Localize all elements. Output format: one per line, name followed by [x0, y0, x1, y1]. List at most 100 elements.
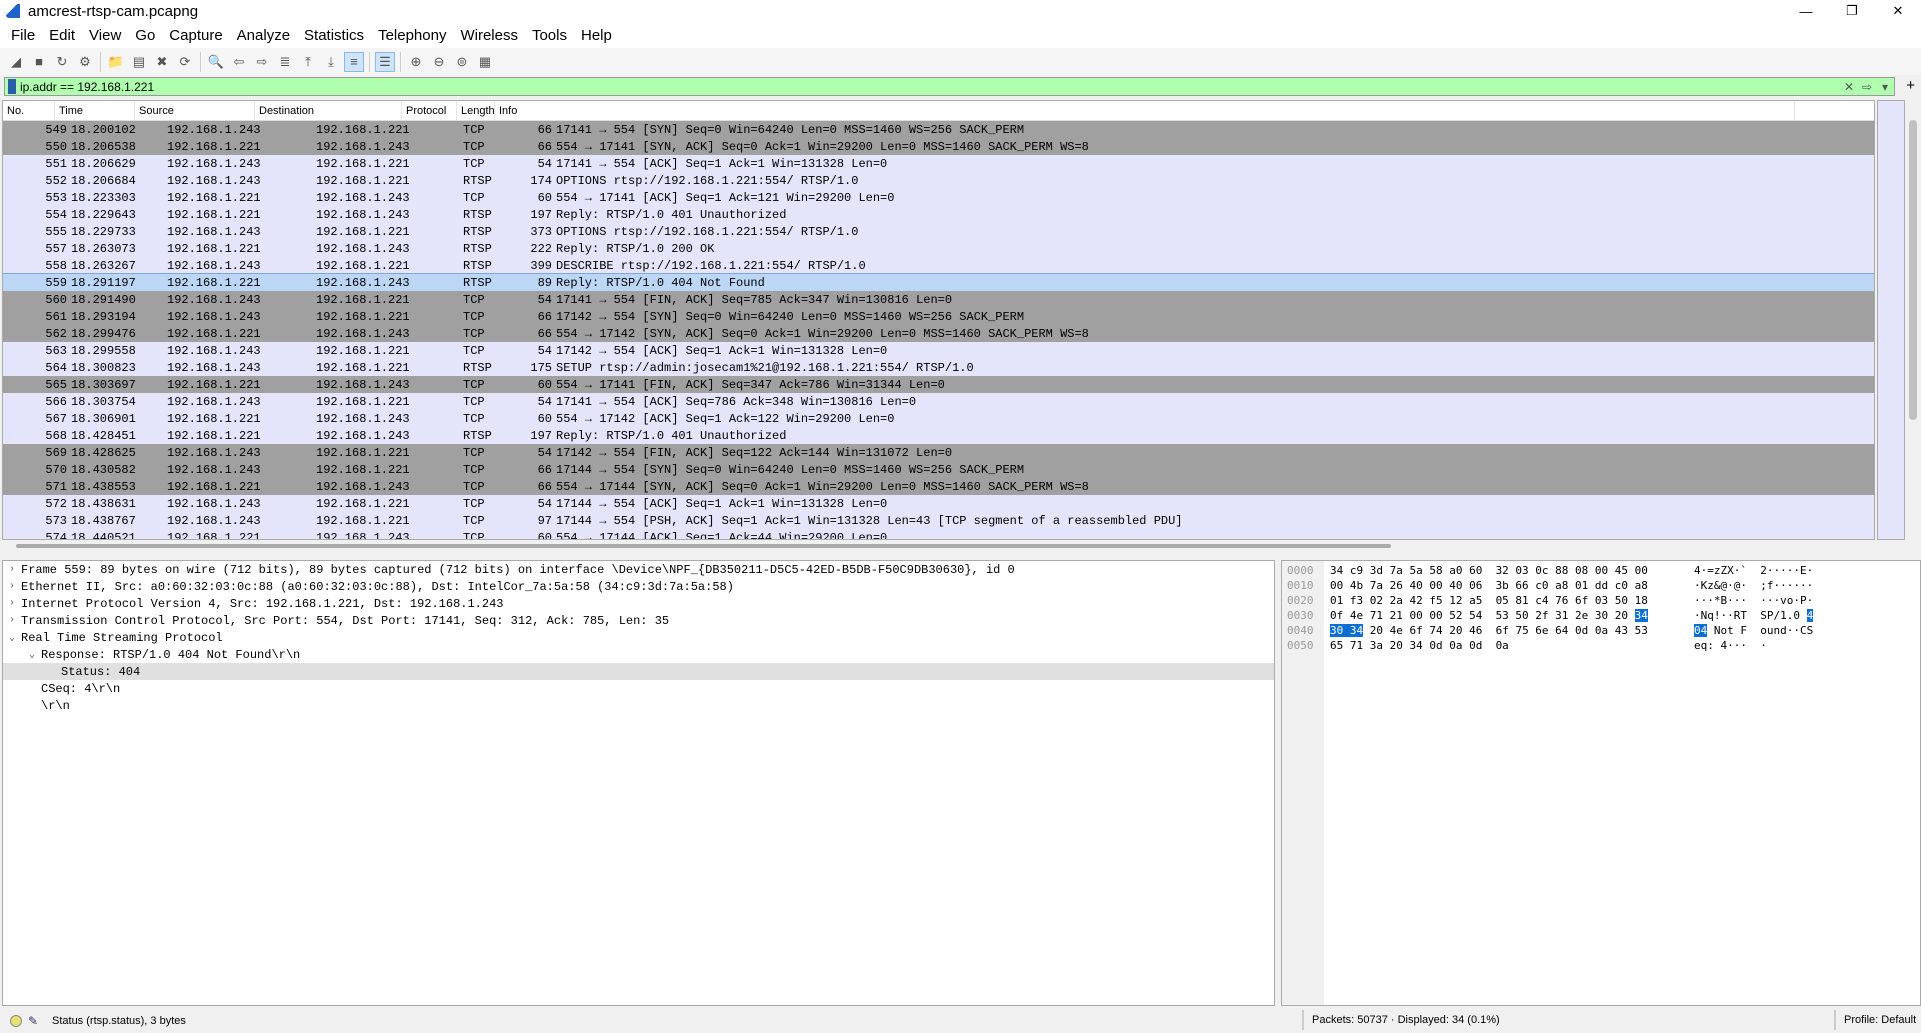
column-header-info[interactable]: Info — [495, 101, 1795, 120]
detail-tree-item[interactable]: ⌄ Response: RTSP/1.0 404 Not Found\r\n — [3, 646, 1274, 663]
menu-view[interactable]: View — [82, 27, 128, 44]
apply-filter-button[interactable]: ⇨ — [1858, 80, 1876, 94]
edit-comment-icon[interactable]: ✎ — [28, 1014, 42, 1028]
save-file-button[interactable]: ▤ — [129, 52, 149, 72]
packet-row[interactable]: 558 18.263267 192.168.1.243 192.168.1.221 RT… — [3, 257, 1874, 274]
zoom-normal-button[interactable]: ⊜ — [452, 52, 472, 72]
expand-arrow-icon[interactable]: › — [3, 598, 21, 609]
reload-button[interactable]: ⟳ — [175, 52, 195, 72]
first-packet-button[interactable]: ⤒ — [298, 52, 318, 72]
stop-button[interactable]: ■ — [29, 52, 49, 72]
detail-tree-item[interactable]: › Internet Protocol Version 4, Src: 192.1… — [3, 595, 1274, 612]
bookmark-icon[interactable] — [8, 79, 16, 94]
go-forward-button[interactable]: ⇨ — [252, 52, 272, 72]
packet-row[interactable]: 574 18.440521 192.168.1.221 192.168.1.243 TC… — [3, 529, 1874, 539]
ascii-selected[interactable]: 04 — [1694, 624, 1708, 637]
hex-row[interactable]: 0010 00 4b 7a 26 40 00 40 06 3b 66 c0 a8 … — [1282, 578, 1920, 593]
packet-row[interactable]: 554 18.229643 192.168.1.221 192.168.1.243 RT… — [3, 206, 1874, 223]
capture-options-button[interactable]: ⚙ — [75, 52, 95, 72]
packet-row[interactable]: 560 18.291490 192.168.1.243 192.168.1.221 TC… — [3, 291, 1874, 308]
scroll-thumb[interactable] — [16, 544, 1391, 548]
detail-tree-item[interactable]: › Ethernet II, Src: a0:60:32:03:0c:88 (a0… — [3, 578, 1274, 595]
packet-row[interactable]: 565 18.303697 192.168.1.221 192.168.1.243 TC… — [3, 376, 1874, 393]
column-header-length[interactable]: Length — [457, 101, 495, 120]
detail-tree-item[interactable]: \r\n — [3, 697, 1274, 714]
colorize-button[interactable]: ☰ — [375, 51, 395, 72]
menu-file[interactable]: File — [4, 27, 42, 44]
packet-row[interactable]: 563 18.299558 192.168.1.243 192.168.1.221 TC… — [3, 342, 1874, 359]
menu-telephony[interactable]: Telephony — [371, 27, 453, 44]
resize-columns-button[interactable]: ▦ — [475, 52, 495, 72]
expand-arrow-icon[interactable]: › — [3, 564, 21, 575]
menu-help[interactable]: Help — [574, 27, 619, 44]
detail-tree-item[interactable]: ⌄ Real Time Streaming Protocol — [3, 629, 1274, 646]
close-file-button[interactable]: ✖ — [152, 52, 172, 72]
column-header-time[interactable]: Time — [55, 101, 135, 120]
menu-analyze[interactable]: Analyze — [230, 27, 297, 44]
expert-info-icon[interactable] — [10, 1014, 22, 1027]
detail-tree-item[interactable]: Status: 404 — [3, 663, 1274, 680]
packet-row[interactable]: 551 18.206629 192.168.1.243 192.168.1.221 TC… — [3, 155, 1874, 172]
column-header-no[interactable]: No. — [3, 101, 55, 120]
last-packet-button[interactable]: ⤓ — [321, 52, 341, 72]
clear-filter-button[interactable]: ✕ — [1840, 80, 1858, 94]
packet-row[interactable]: 561 18.293194 192.168.1.243 192.168.1.221 TC… — [3, 308, 1874, 325]
packet-row[interactable]: 572 18.438631 192.168.1.243 192.168.1.221 TC… — [3, 495, 1874, 512]
open-folder-button[interactable]: 📁 — [106, 52, 126, 72]
find-packet-button[interactable]: 🔍 — [206, 52, 226, 72]
collapse-arrow-icon[interactable]: ⌄ — [23, 649, 41, 661]
column-header-destination[interactable]: Destination — [255, 101, 402, 120]
hex-row[interactable]: 0050 65 71 3a 20 34 0d 0a 0d 0a eq: 4··· · — [1282, 638, 1920, 653]
zoom-in-button[interactable]: ⊕ — [406, 52, 426, 72]
packet-row[interactable]: 555 18.229733 192.168.1.243 192.168.1.221 RT… — [3, 223, 1874, 240]
packet-list-hscroll[interactable] — [2, 541, 1875, 551]
packet-row[interactable]: 566 18.303754 192.168.1.243 192.168.1.221 TC… — [3, 393, 1874, 410]
go-back-button[interactable]: ⇦ — [229, 52, 249, 72]
detail-tree-item[interactable]: CSeq: 4\r\n — [3, 680, 1274, 697]
packet-row[interactable]: 553 18.223303 192.168.1.221 192.168.1.243 TC… — [3, 189, 1874, 206]
restart-button[interactable]: ↻ — [52, 52, 72, 72]
maximize-button[interactable]: ❐ — [1829, 0, 1875, 22]
display-filter-input[interactable] — [20, 79, 1840, 94]
detail-tree-item[interactable]: › Transmission Control Protocol, Src Port… — [3, 612, 1274, 629]
close-button[interactable]: ✕ — [1875, 0, 1921, 22]
packet-row[interactable]: 569 18.428625 192.168.1.243 192.168.1.221 TC… — [3, 444, 1874, 461]
packet-row[interactable]: 564 18.300823 192.168.1.243 192.168.1.221 RT… — [3, 359, 1874, 376]
profile-selector[interactable]: Profile: Default — [1834, 1010, 1916, 1030]
zoom-out-button[interactable]: ⊖ — [429, 52, 449, 72]
scroll-thumb[interactable] — [1909, 120, 1917, 420]
packet-row[interactable]: 567 18.306901 192.168.1.221 192.168.1.243 TC… — [3, 410, 1874, 427]
packet-row[interactable]: 552 18.206684 192.168.1.243 192.168.1.221 RT… — [3, 172, 1874, 189]
filter-history-dropdown[interactable]: ▾ — [1876, 80, 1894, 94]
add-filter-button[interactable]: + — [1906, 77, 1915, 94]
packet-row[interactable]: 568 18.428451 192.168.1.221 192.168.1.243 RT… — [3, 427, 1874, 444]
packet-row[interactable]: 559 18.291197 192.168.1.221 192.168.1.243 RT… — [3, 273, 1874, 292]
detail-tree-item[interactable]: › Frame 559: 89 bytes on wire (712 bits),… — [3, 561, 1274, 578]
menu-tools[interactable]: Tools — [525, 27, 574, 44]
expand-arrow-icon[interactable]: › — [3, 581, 21, 592]
packet-row[interactable]: 573 18.438767 192.168.1.243 192.168.1.221 TC… — [3, 512, 1874, 529]
menu-edit[interactable]: Edit — [42, 27, 82, 44]
menu-wireless[interactable]: Wireless — [453, 27, 525, 44]
hex-row[interactable]: 0020 01 f3 02 2a 42 f5 12 a5 05 81 c4 76 … — [1282, 593, 1920, 608]
column-header-source[interactable]: Source — [135, 101, 255, 120]
menu-capture[interactable]: Capture — [162, 27, 229, 44]
ascii-selected[interactable]: 4 — [1806, 609, 1814, 622]
autoscroll-button[interactable]: ≡ — [344, 51, 364, 72]
hex-bytes-selected[interactable]: 30 34 — [1330, 624, 1364, 637]
hex-row[interactable]: 0000 34 c9 3d 7a 5a 58 a0 60 32 03 0c 88 … — [1282, 563, 1920, 578]
menu-go[interactable]: Go — [128, 27, 162, 44]
packet-row[interactable]: 562 18.299476 192.168.1.221 192.168.1.243 TC… — [3, 325, 1874, 342]
collapse-arrow-icon[interactable]: ⌄ — [3, 632, 21, 644]
go-to-packet-button[interactable]: ≣ — [275, 52, 295, 72]
menu-statistics[interactable]: Statistics — [297, 27, 371, 44]
packet-minimap[interactable] — [1877, 100, 1905, 540]
hex-bytes-selected[interactable]: 34 — [1634, 609, 1648, 622]
packet-row[interactable]: 570 18.430582 192.168.1.243 192.168.1.221 TC… — [3, 461, 1874, 478]
shark-fin-start-button[interactable]: ◢ — [6, 52, 26, 72]
minimize-button[interactable]: — — [1783, 0, 1829, 22]
expand-arrow-icon[interactable]: › — [3, 615, 21, 626]
packet-row[interactable]: 550 18.206538 192.168.1.221 192.168.1.243 TC… — [3, 138, 1874, 155]
column-header-protocol[interactable]: Protocol — [402, 101, 457, 120]
hex-row[interactable]: 0030 0f 4e 71 21 00 00 52 54 53 50 2f 31 … — [1282, 608, 1920, 623]
